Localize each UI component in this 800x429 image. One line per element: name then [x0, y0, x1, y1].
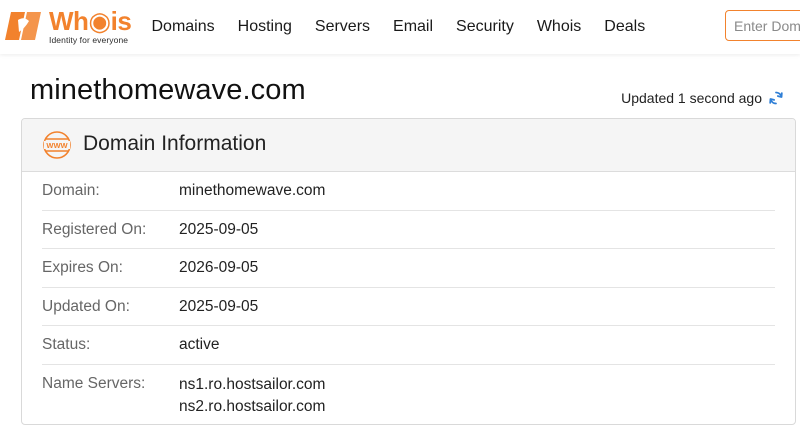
nav-deals[interactable]: Deals	[593, 0, 657, 54]
info-row-updated: Updated On: 2025-09-05	[42, 288, 775, 327]
row-label: Status:	[42, 336, 91, 354]
brand-name: Wh◉is	[49, 6, 132, 36]
row-value: 2026-09-05	[179, 259, 259, 277]
row-value: active	[179, 336, 220, 354]
domain-info-card: WWW Domain Information Domain: minethome…	[21, 118, 796, 425]
info-row-domain: Domain: minethomewave.com	[42, 172, 775, 211]
nav-email[interactable]: Email	[382, 0, 445, 54]
svg-text:WWW: WWW	[46, 141, 68, 150]
card-header: WWW Domain Information	[22, 119, 795, 172]
www-icon: WWW	[43, 131, 71, 159]
brand-logo[interactable]: Wh◉is Identity for everyone	[5, 6, 135, 46]
brand-o-icon: ◉	[88, 6, 111, 36]
domain-search-input[interactable]	[725, 10, 800, 41]
row-value: 2025-09-05	[179, 297, 259, 315]
updated-status: Updated 1 second ago	[621, 89, 784, 107]
row-value: ns1.ro.hostsailor.com ns2.ro.hostsailor.…	[179, 374, 325, 418]
brand-tagline: Identity for everyone	[49, 35, 129, 45]
nav-whois[interactable]: Whois	[525, 0, 592, 54]
row-label: Updated On:	[42, 297, 130, 315]
info-row-expires: Expires On: 2026-09-05	[42, 249, 775, 288]
row-value: 2025-09-05	[179, 220, 259, 238]
info-row-registered: Registered On: 2025-09-05	[42, 211, 775, 250]
row-label: Expires On:	[42, 259, 123, 277]
updated-text: Updated 1 second ago	[621, 90, 762, 106]
info-row-name-servers: Name Servers: ns1.ro.hostsailor.com ns2.…	[42, 365, 775, 424]
nav-domains[interactable]: Domains	[140, 0, 226, 54]
nav-servers[interactable]: Servers	[303, 0, 381, 54]
nav-hosting[interactable]: Hosting	[226, 0, 303, 54]
info-row-status: Status: active	[42, 326, 775, 365]
domain-info-table: Domain: minethomewave.com Registered On:…	[22, 172, 795, 424]
main-nav: Domains Hosting Servers Email Security W…	[140, 0, 657, 54]
refresh-icon[interactable]	[768, 90, 784, 106]
row-label: Registered On:	[42, 220, 147, 238]
row-value: minethomewave.com	[179, 182, 326, 199]
top-header: Wh◉is Identity for everyone Domains Host…	[0, 0, 800, 54]
logo-mark-icon	[5, 12, 41, 40]
name-server-1: ns1.ro.hostsailor.com	[179, 375, 326, 393]
nav-security[interactable]: Security	[445, 0, 526, 54]
name-server-2: ns2.ro.hostsailor.com	[179, 397, 326, 415]
page-title: minethomewave.com	[30, 74, 306, 106]
row-label: Domain:	[42, 182, 100, 199]
card-title: Domain Information	[83, 132, 267, 155]
row-label: Name Servers:	[42, 374, 146, 392]
